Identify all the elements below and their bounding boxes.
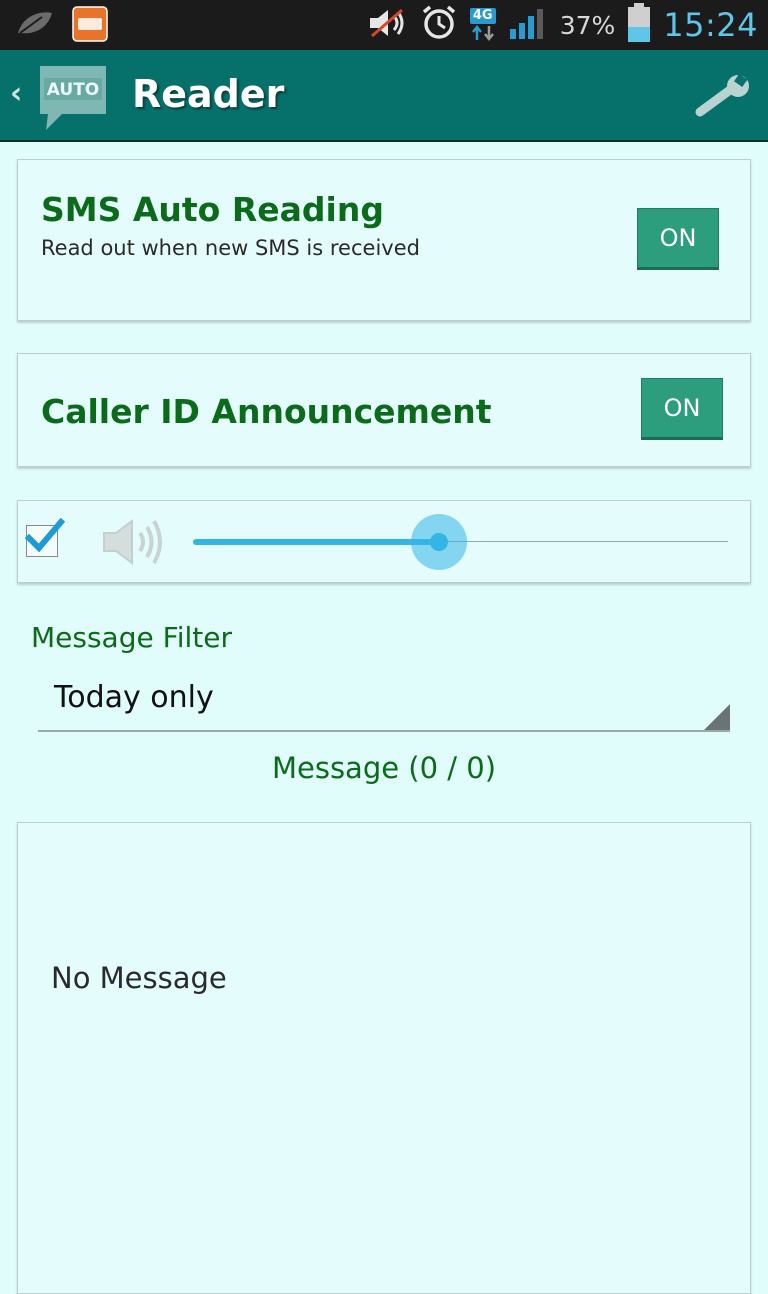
sms-auto-reading-title: SMS Auto Reading bbox=[41, 190, 384, 229]
signal-icon bbox=[508, 5, 548, 45]
battery-icon bbox=[627, 3, 651, 47]
caller-id-card: Caller ID Announcement ON bbox=[17, 353, 751, 467]
logo-text: AUTO bbox=[47, 80, 100, 100]
network-4g-icon: 4G bbox=[469, 8, 496, 42]
sms-auto-reading-card: SMS Auto Reading Read out when new SMS i… bbox=[17, 159, 751, 321]
caller-id-title: Caller ID Announcement bbox=[41, 392, 492, 431]
volume-slider-thumb[interactable] bbox=[430, 533, 449, 551]
message-filter-value: Today only bbox=[54, 680, 214, 715]
sms-auto-reading-toggle[interactable]: ON bbox=[637, 208, 719, 270]
alarm-icon bbox=[420, 4, 458, 46]
app-logo-icon[interactable]: AUTO bbox=[36, 64, 110, 136]
volume-slider-track bbox=[439, 541, 728, 542]
checkmark-icon bbox=[25, 518, 65, 553]
app-bar: ‹ AUTO Reader bbox=[0, 50, 768, 142]
volume-checkbox[interactable] bbox=[25, 518, 65, 557]
message-count: Message (0 / 0) bbox=[271, 751, 497, 785]
dropdown-arrow-icon bbox=[704, 704, 730, 730]
battery-percent: 37% bbox=[559, 10, 616, 40]
page-title: Reader bbox=[132, 72, 285, 116]
status-bar: 4G 37% 15:24 bbox=[0, 0, 768, 50]
status-left-icons bbox=[14, 6, 108, 46]
message-filter-label: Message Filter bbox=[31, 621, 232, 654]
volume-slider-fill bbox=[193, 539, 440, 545]
status-right-icons: 4G 37% 15:24 bbox=[368, 0, 758, 50]
caller-id-toggle[interactable]: ON bbox=[641, 378, 723, 440]
message-list: No Message bbox=[17, 822, 751, 1294]
chevron-left-icon[interactable]: ‹ bbox=[10, 76, 22, 111]
leaf-icon bbox=[14, 9, 54, 43]
xda-deals-icon bbox=[72, 6, 108, 46]
wrench-icon[interactable] bbox=[694, 73, 754, 124]
volume-card bbox=[17, 500, 751, 583]
sms-auto-reading-subtitle: Read out when new SMS is received bbox=[41, 236, 420, 260]
empty-message-text: No Message bbox=[51, 961, 227, 995]
message-filter-dropdown[interactable]: Today only bbox=[38, 672, 730, 732]
mute-icon bbox=[368, 6, 408, 44]
speaker-icon bbox=[102, 515, 172, 573]
clock: 15:24 bbox=[663, 6, 758, 44]
